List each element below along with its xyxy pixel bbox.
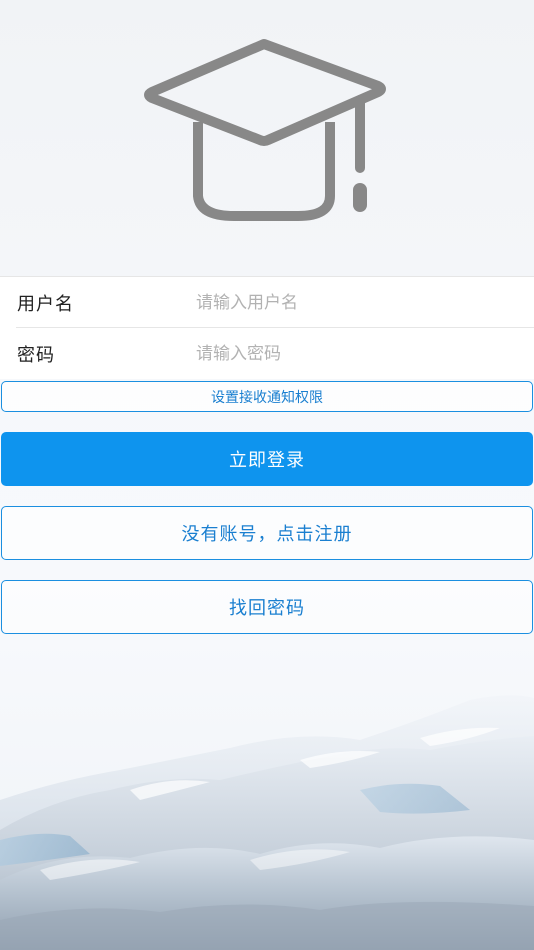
username-input[interactable] (196, 277, 516, 328)
login-form: 用户名 密码 (0, 276, 534, 379)
snowy-mountains-image (0, 640, 534, 950)
logo-header (0, 0, 534, 276)
graduation-cap-icon (144, 39, 386, 221)
password-row: 密码 (0, 328, 534, 379)
username-label: 用户名 (17, 293, 74, 315)
password-input[interactable] (196, 328, 516, 379)
login-button[interactable]: 立即登录 (1, 432, 533, 486)
register-button[interactable]: 没有账号，点击注册 (1, 506, 533, 560)
recover-password-button[interactable]: 找回密码 (1, 580, 533, 634)
username-row: 用户名 (0, 277, 534, 328)
password-label: 密码 (17, 344, 55, 366)
login-page: 用户名 密码 (0, 0, 534, 950)
notification-permission-button[interactable]: 设置接收通知权限 (1, 381, 533, 412)
